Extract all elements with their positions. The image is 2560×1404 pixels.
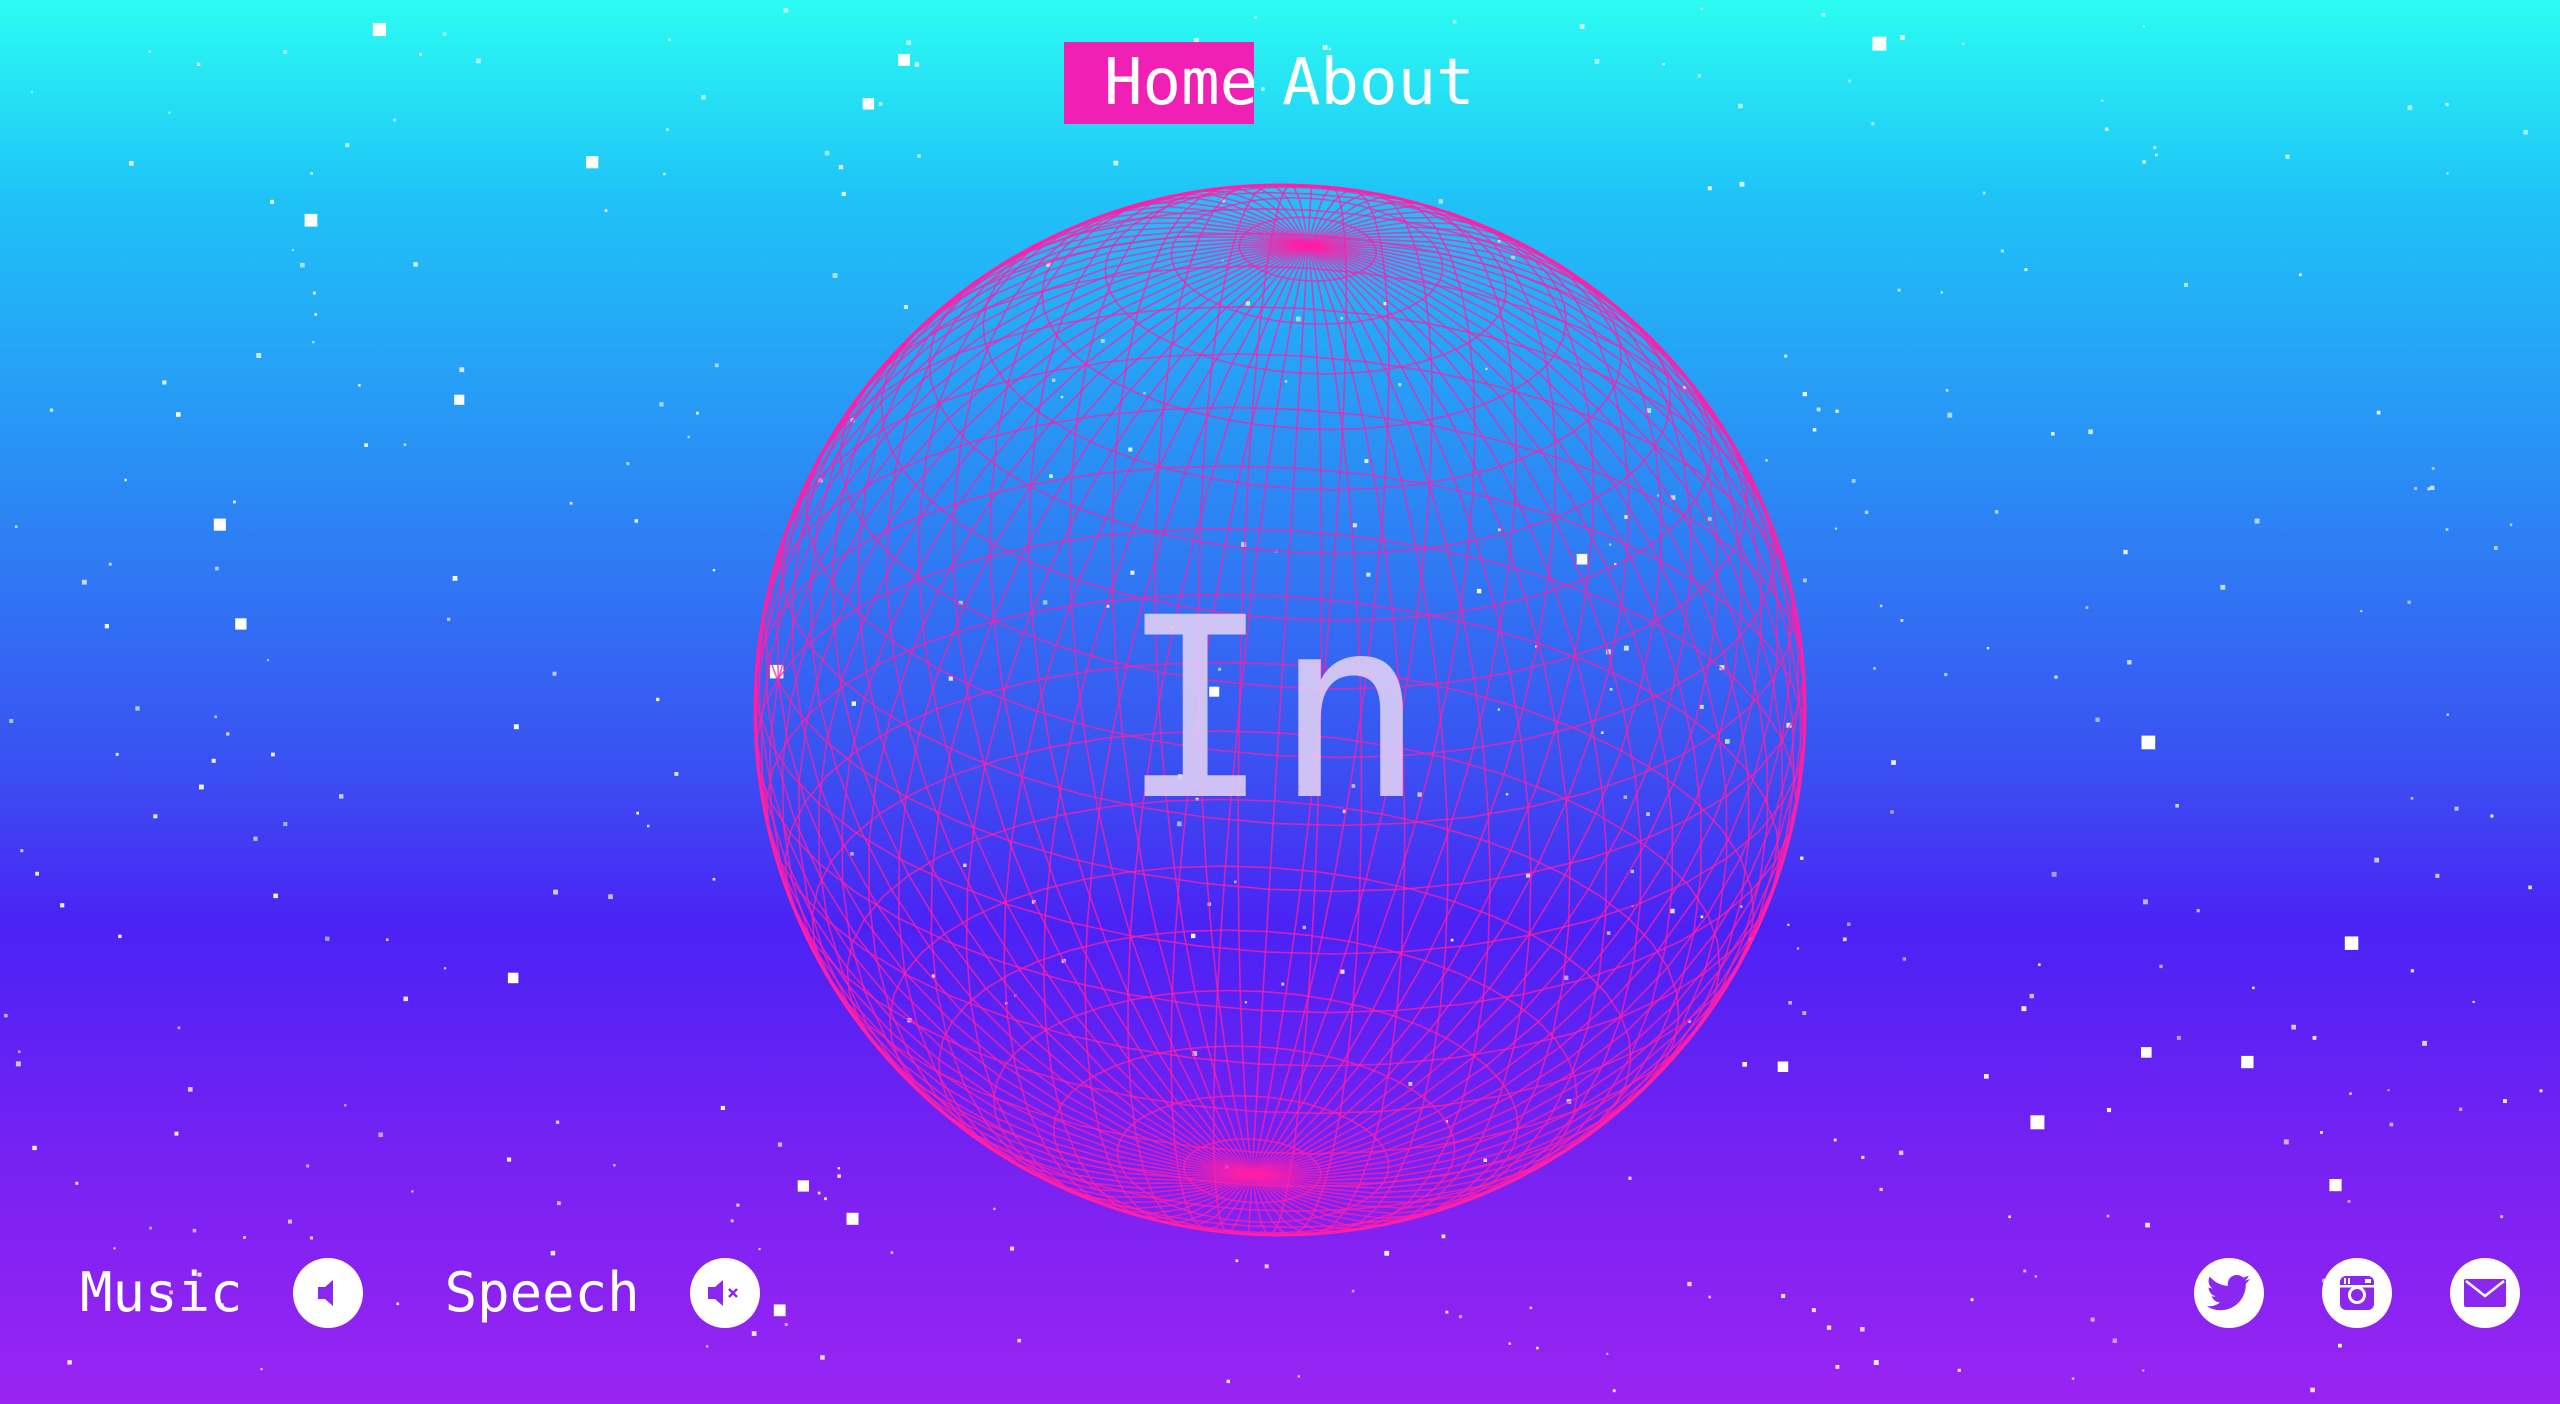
instagram-icon [2340, 1276, 2374, 1310]
mail-button[interactable] [2450, 1258, 2520, 1328]
music-toggle-button[interactable] [292, 1258, 363, 1328]
social-links [2194, 1258, 2520, 1328]
mail-icon [2464, 1279, 2506, 1307]
audio-controls: Music Speech [80, 1258, 760, 1328]
nav-about-link[interactable]: About [1282, 42, 1475, 124]
nav-home-link[interactable]: Home [1064, 42, 1254, 124]
speaker-on-icon [317, 1280, 333, 1306]
music-label: Music [80, 1261, 243, 1324]
speech-toggle-button[interactable] [689, 1258, 760, 1328]
main-nav: Home About [1064, 42, 1475, 124]
hero-word: In [1120, 564, 1430, 855]
speech-label: Speech [444, 1261, 640, 1324]
twitter-button[interactable] [2194, 1258, 2264, 1328]
instagram-button[interactable] [2322, 1258, 2392, 1328]
speaker-muted-icon [707, 1280, 738, 1306]
twitter-icon [2206, 1275, 2250, 1311]
